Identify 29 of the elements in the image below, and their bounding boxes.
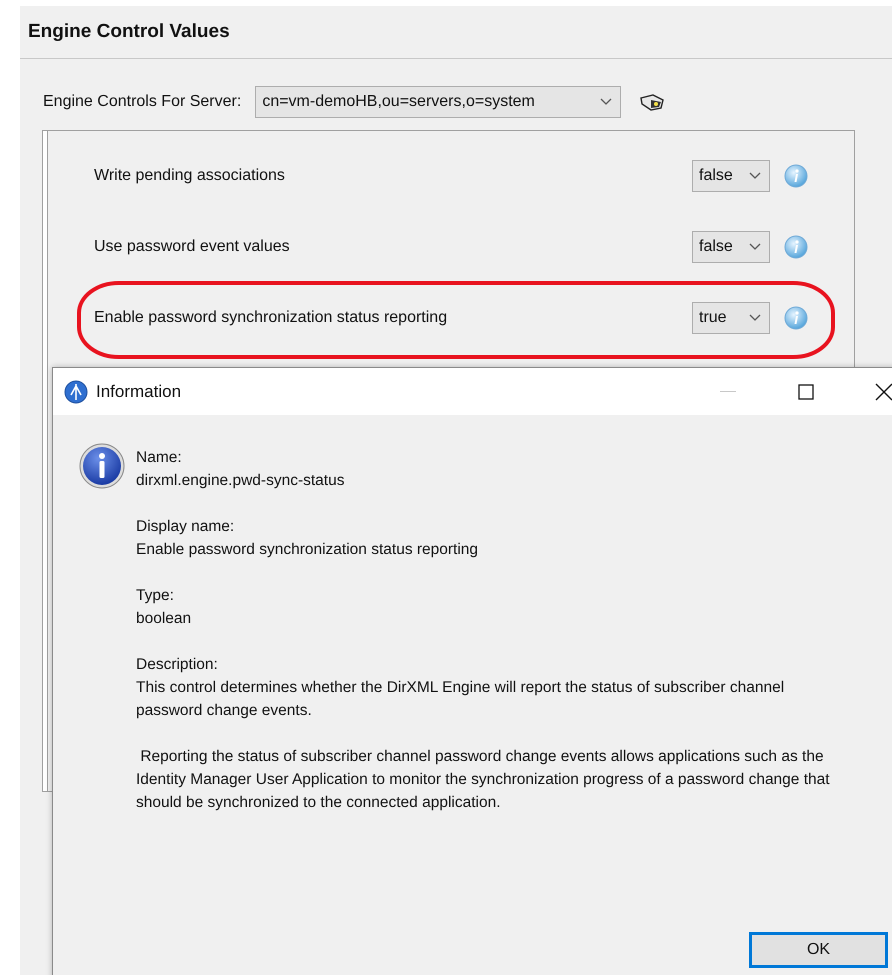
control-label: Write pending associations bbox=[94, 166, 286, 184]
value-dropdown[interactable]: false bbox=[692, 160, 770, 192]
minimize-icon bbox=[720, 390, 736, 392]
information-icon bbox=[79, 443, 125, 489]
ok-button[interactable]: OK bbox=[749, 932, 888, 968]
panel-title: Engine Control Values bbox=[28, 21, 230, 43]
info-icon[interactable] bbox=[784, 234, 808, 258]
device-icon[interactable] bbox=[639, 92, 666, 112]
info-icon[interactable] bbox=[784, 164, 808, 188]
dialog-title: Information bbox=[96, 382, 182, 402]
control-label: Enable password synchronization status reporting bbox=[94, 308, 448, 326]
dropdown-caret-icon bbox=[749, 242, 761, 250]
maximize-icon bbox=[798, 384, 814, 400]
info-text: Description: This control determines whether the DirXML Engine will report the status of subscriber channel password change events. bbox=[136, 655, 786, 721]
info-text: Display name: Enable password synchronization status reporting bbox=[136, 517, 480, 560]
value-dropdown[interactable]: true bbox=[692, 302, 770, 334]
dropdown-caret-icon bbox=[600, 98, 612, 106]
info-text: Reporting the status of subscriber channel password change events allows applications such as the Identity Manager User Application to monitor the synchronization progress of a password change that should be synchronized to the connected application. bbox=[136, 747, 831, 813]
info-text: Type: boolean bbox=[136, 586, 192, 629]
info-icon[interactable] bbox=[784, 306, 808, 330]
close-icon bbox=[875, 382, 892, 400]
value-dropdown[interactable]: false bbox=[692, 230, 770, 262]
control-label: Use password event values bbox=[94, 238, 291, 256]
dropdown-caret-icon bbox=[749, 314, 761, 322]
server-dropdown[interactable]: cn=vm-demoHB,ou=servers,o=system bbox=[255, 86, 622, 118]
dropdown-caret-icon bbox=[749, 172, 761, 180]
app-icon bbox=[64, 380, 88, 404]
info-text: Name: dirxml.engine.pwd-sync-status bbox=[136, 448, 346, 491]
server-label: Engine Controls For Server: bbox=[43, 93, 242, 111]
